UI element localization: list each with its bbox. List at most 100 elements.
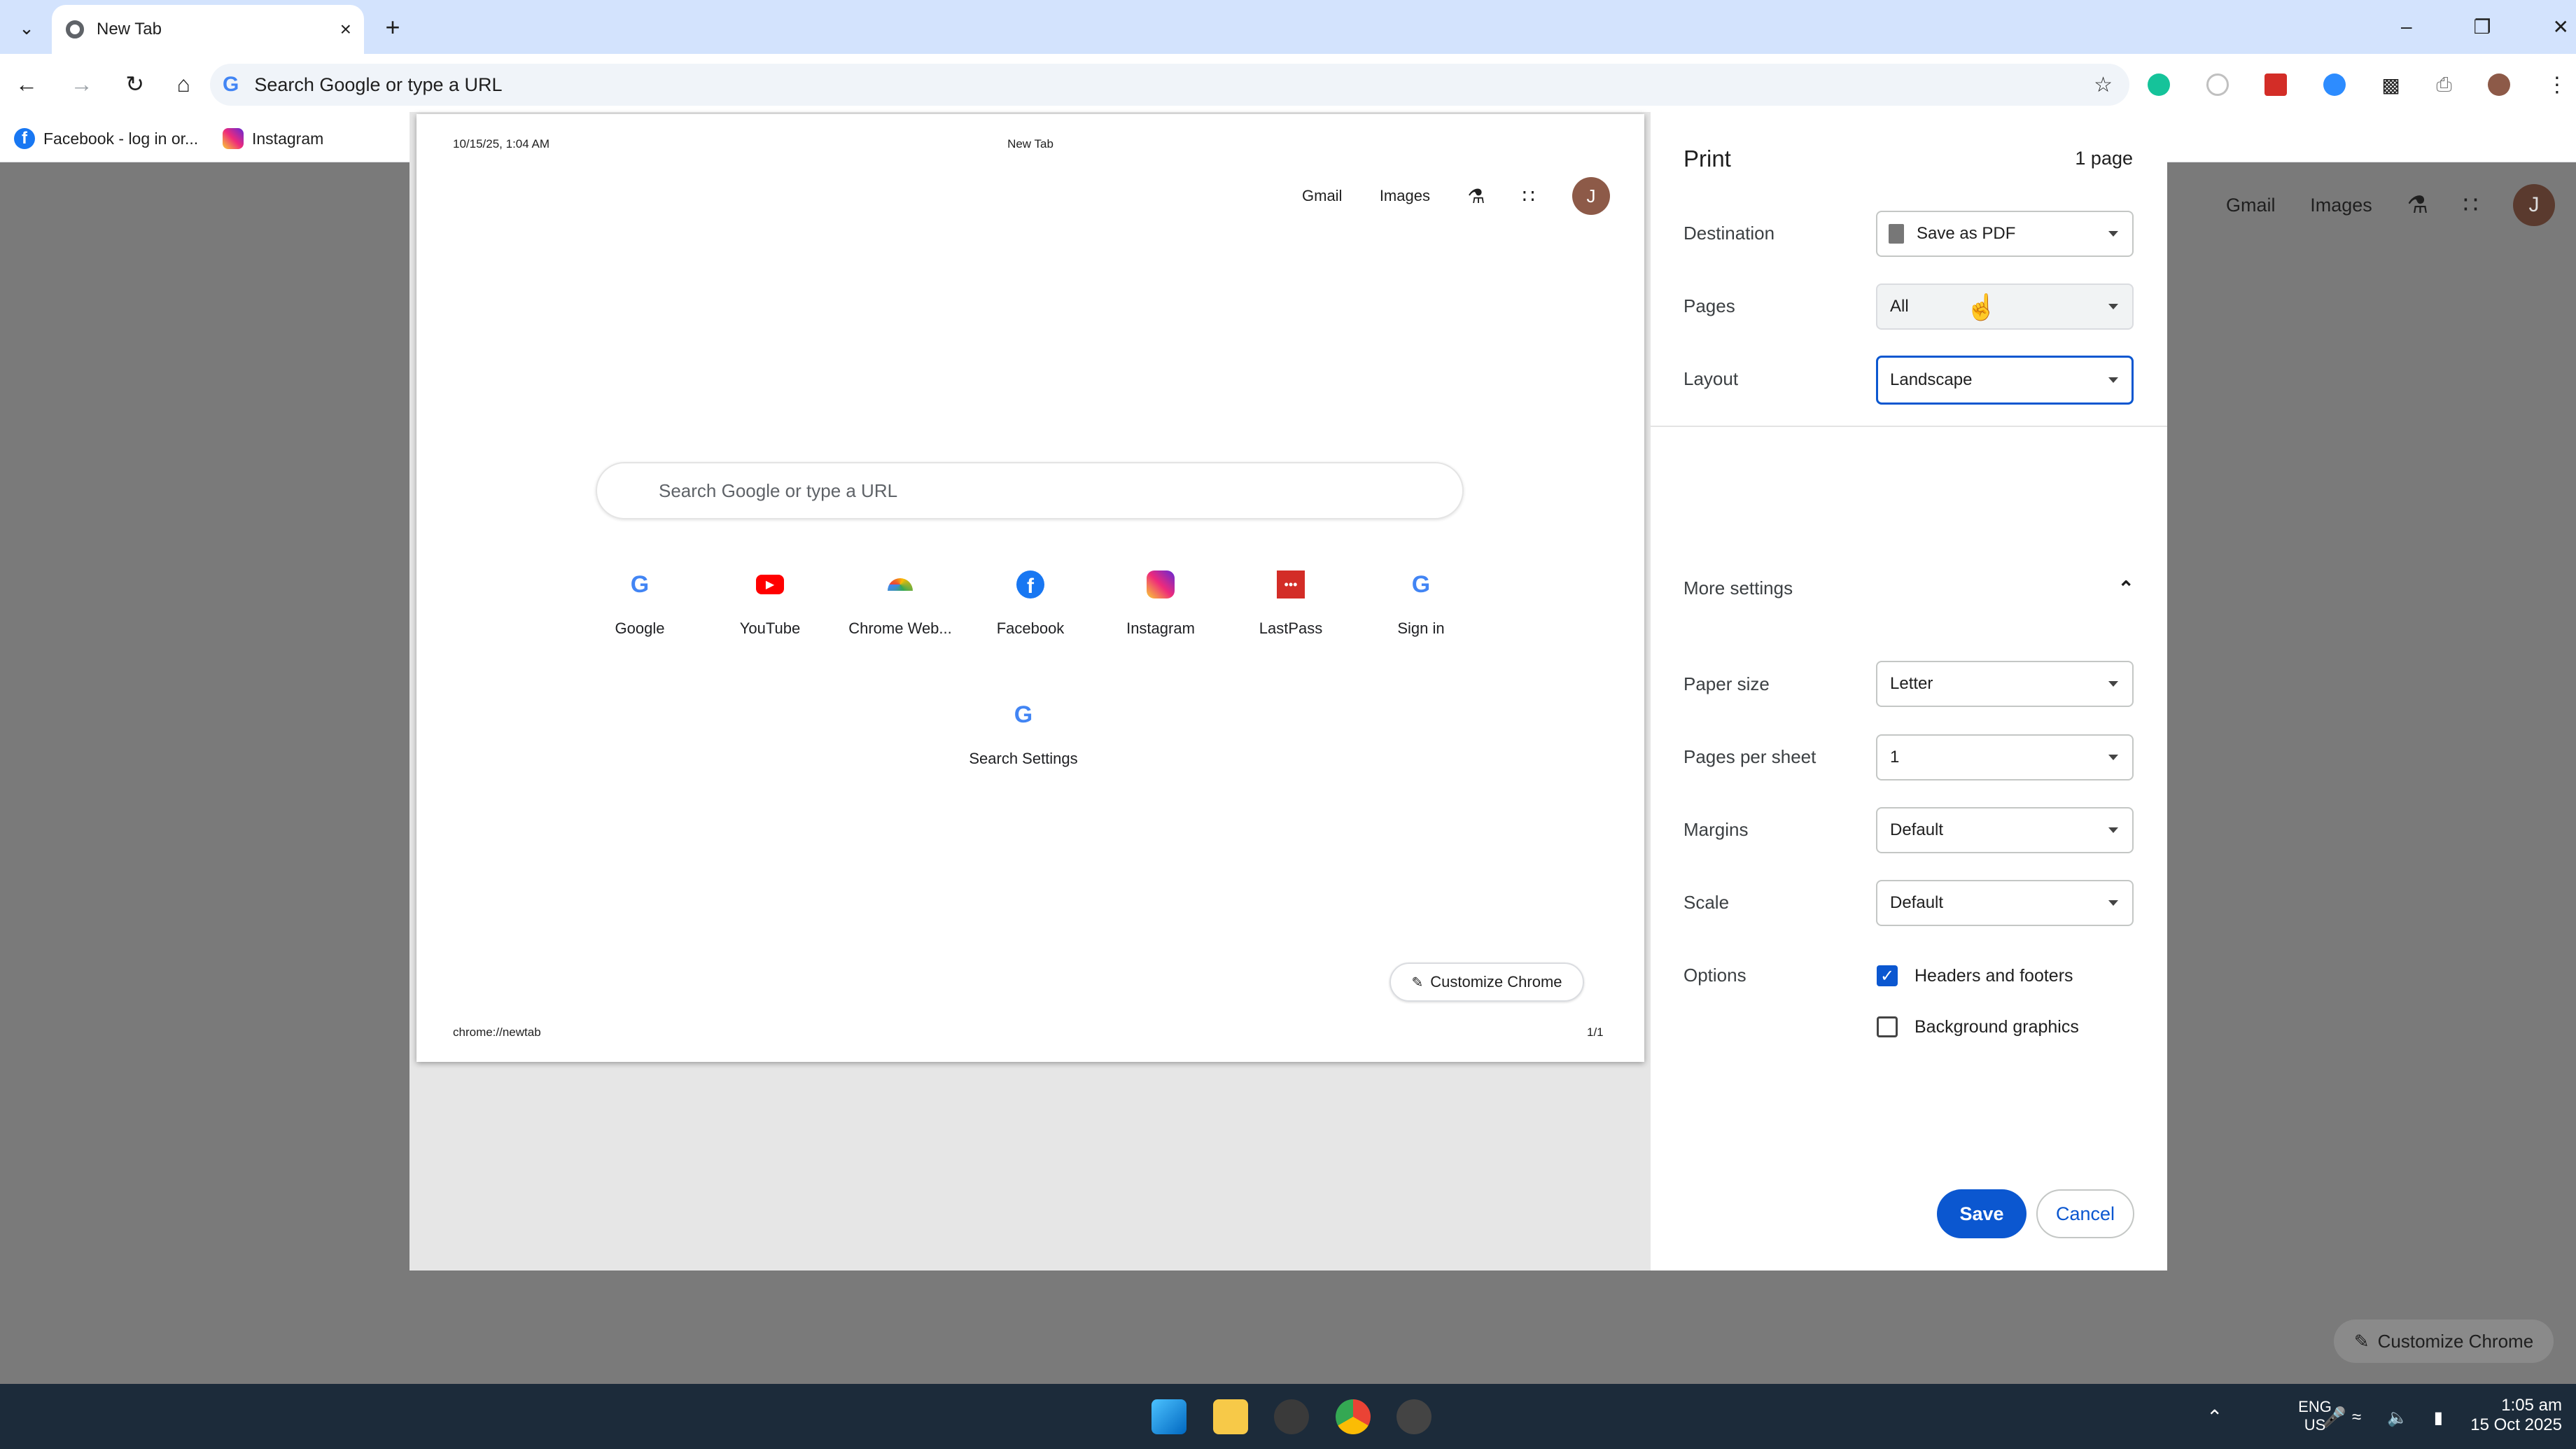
cancel-label: Cancel — [2055, 1203, 2115, 1224]
bg-gmail-link[interactable]: Gmail — [2226, 195, 2276, 216]
shortcut-youtube: ▶ YouTube — [710, 562, 830, 638]
google-icon: G — [1411, 570, 1431, 598]
apps-grid-icon: ∷ — [1522, 185, 1535, 207]
dropdown-arrow-icon — [2108, 755, 2118, 760]
menu-icon[interactable]: ⋮ — [2547, 73, 2568, 97]
windows-start-icon[interactable] — [1152, 1399, 1186, 1434]
paper-size-label: Paper size — [1684, 673, 1770, 694]
forward-icon[interactable]: → — [71, 71, 93, 97]
wifi-icon: ≈ — [2352, 1408, 2362, 1427]
instagram-icon — [223, 128, 244, 149]
scale-select[interactable]: Default — [1876, 880, 2134, 926]
shortcut-label: Search Settings — [969, 750, 1078, 767]
pages-label: Pages — [1684, 295, 1735, 316]
extensions-icon[interactable]: ▩ — [2381, 74, 2400, 97]
grammarly-icon[interactable] — [2148, 74, 2170, 96]
pencil-icon: ✎ — [1411, 974, 1424, 990]
dropdown-arrow-icon — [2108, 681, 2118, 687]
facebook-icon: f — [1008, 562, 1053, 607]
shortcut-chrome-web-store: Chrome Web... — [841, 562, 960, 638]
options-label: Options — [1684, 965, 1746, 986]
paper-size-value: Letter — [1890, 674, 1933, 693]
background-graphics-option[interactable]: Background graphics — [1877, 1013, 2079, 1041]
system-icons[interactable]: ≈ 🔈 ▮ — [2352, 1404, 2443, 1432]
shortcut-sign-in: G Sign in — [1362, 562, 1480, 638]
chevron-up-icon[interactable]: ⌃ — [2206, 1406, 2222, 1429]
print-icon[interactable]: ⎙ — [2436, 74, 2451, 97]
compass-icon[interactable] — [2206, 74, 2229, 96]
lastpass-icon[interactable] — [2264, 74, 2288, 96]
save-button[interactable]: Save — [1937, 1189, 2026, 1238]
region-label: US — [2304, 1416, 2326, 1434]
plus-icon: + — [385, 13, 400, 41]
minimize-icon[interactable]: – — [2401, 15, 2412, 38]
bg-avatar[interactable]: J — [2513, 184, 2555, 226]
shortcut-label: Chrome Web... — [848, 620, 952, 637]
layout-select[interactable]: Landscape — [1876, 356, 2134, 405]
page-count: 1 page — [2075, 148, 2133, 169]
bookmark-label: Instagram — [252, 129, 324, 148]
more-settings-toggle[interactable]: More settings ⌃ — [1684, 568, 2134, 608]
document-icon — [1889, 224, 1904, 244]
margins-label: Margins — [1684, 819, 1749, 840]
headers-footers-option[interactable]: ✓ Headers and footers — [1877, 962, 2073, 990]
avatar[interactable] — [2488, 74, 2511, 96]
preview-gmail-link: Gmail — [1302, 187, 1343, 204]
zoom-icon[interactable] — [2323, 74, 2346, 96]
preview-avatar: J — [1572, 177, 1610, 215]
margins-select[interactable]: Default — [1876, 807, 2134, 853]
pages-select[interactable]: All — [1876, 284, 2134, 330]
shortcut-facebook: f Facebook — [971, 562, 1090, 638]
bg-customize-chrome-button[interactable]: ✎ Customize Chrome — [2334, 1320, 2554, 1363]
close-icon[interactable]: × — [340, 18, 351, 41]
google-icon: G — [1014, 701, 1033, 728]
pages-per-sheet-label: Pages per sheet — [1684, 746, 1816, 767]
labs-icon[interactable]: ⚗ — [2407, 191, 2428, 219]
new-tab-button[interactable]: + — [378, 13, 407, 42]
chevron-up-icon: ⌃ — [2118, 577, 2134, 599]
bg-header-links: Gmail Images ⚗ ∷ J — [2226, 184, 2555, 226]
shortcut-label: LastPass — [1259, 620, 1323, 637]
checkbox-unchecked-icon[interactable] — [1877, 1016, 1898, 1037]
tab-search-button[interactable]: ⌄ — [10, 14, 43, 42]
pages-per-sheet-select[interactable]: 1 — [1876, 734, 2134, 780]
preview-header-title: New Tab — [1007, 137, 1054, 150]
back-icon[interactable]: ← — [15, 71, 38, 97]
paper-size-select[interactable]: Letter — [1876, 661, 2134, 707]
language-indicator[interactable]: ENG US — [2297, 1398, 2332, 1434]
checkbox-checked-icon[interactable]: ✓ — [1877, 965, 1898, 986]
preview-search-box: Search Google or type a URL — [596, 462, 1464, 519]
shortcut-instagram: Instagram — [1101, 562, 1220, 638]
window-close-icon[interactable]: ✕ — [2553, 15, 2569, 38]
tab-new-tab[interactable]: New Tab × — [52, 5, 364, 54]
bg-images-link[interactable]: Images — [2310, 195, 2372, 216]
margins-value: Default — [1890, 820, 1944, 839]
battery-icon: ▮ — [2433, 1408, 2443, 1427]
shortcut-label: YouTube — [739, 620, 801, 637]
file-explorer-icon[interactable] — [1212, 1399, 1248, 1434]
cancel-button[interactable]: Cancel — [2036, 1189, 2134, 1238]
lastpass-icon: ••• — [1268, 562, 1313, 607]
home-icon[interactable]: ⌂ — [177, 71, 190, 97]
dropdown-arrow-icon — [2108, 377, 2118, 383]
reload-icon[interactable]: ↻ — [125, 71, 144, 97]
app-icon[interactable] — [1274, 1399, 1309, 1434]
dropdown-arrow-icon — [2108, 304, 2118, 309]
destination-select[interactable]: Save as PDF — [1876, 211, 2134, 257]
clock[interactable]: 1:05 am 15 Oct 2025 — [2457, 1396, 2562, 1435]
headers-footers-label: Headers and footers — [1914, 965, 2073, 986]
bookmark-facebook[interactable]: f Facebook - log in or... — [14, 122, 198, 155]
bg-customize-label: Customize Chrome — [2377, 1330, 2534, 1352]
apps-grid-icon[interactable]: ∷ — [2463, 191, 2479, 219]
more-settings-label: More settings — [1684, 577, 1793, 598]
omnibox[interactable]: G Search Google or type a URL ☆ — [210, 64, 2129, 106]
omnibox-placeholder: Search Google or type a URL — [254, 74, 503, 95]
chrome-taskbar-icon[interactable] — [1335, 1399, 1371, 1434]
lang-label: ENG — [2298, 1398, 2332, 1415]
preview-footer-page: 1/1 — [1587, 1026, 1604, 1039]
media-player-icon[interactable] — [1396, 1399, 1432, 1434]
restore-icon[interactable]: ❐ — [2474, 15, 2491, 38]
bookmark-star-icon[interactable]: ☆ — [2094, 73, 2113, 97]
bookmark-instagram[interactable]: Instagram — [223, 122, 323, 155]
dropdown-arrow-icon — [2108, 827, 2118, 833]
